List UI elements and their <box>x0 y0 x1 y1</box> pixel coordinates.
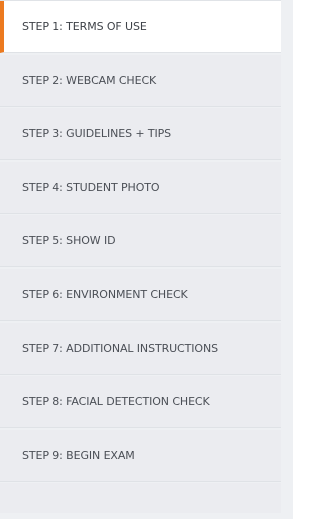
step-guidelines-tips[interactable]: STEP 3: GUIDELINES + TIPS <box>0 108 281 161</box>
step-show-id[interactable]: STEP 5: SHOW ID <box>0 215 281 268</box>
step-label: STEP 2: WEBCAM CHECK <box>22 73 157 87</box>
step-facial-detection-check[interactable]: STEP 8: FACIAL DETECTION CHECK <box>0 376 281 429</box>
step-label: STEP 8: FACIAL DETECTION CHECK <box>22 395 210 409</box>
step-additional-instructions[interactable]: STEP 7: ADDITIONAL INSTRUCTIONS <box>0 322 281 375</box>
step-terms-of-use[interactable]: STEP 1: TERMS OF USE <box>0 1 281 53</box>
step-environment-check[interactable]: STEP 6: ENVIRONMENT CHECK <box>0 268 281 321</box>
step-webcam-check[interactable]: STEP 2: WEBCAM CHECK <box>0 54 281 107</box>
step-label: STEP 1: TERMS OF USE <box>22 20 147 33</box>
step-list: STEP 1: TERMS OF USE STEP 2: WEBCAM CHEC… <box>0 0 281 482</box>
step-label: STEP 4: STUDENT PHOTO <box>22 180 160 194</box>
step-student-photo[interactable]: STEP 4: STUDENT PHOTO <box>0 161 281 214</box>
step-label: STEP 9: BEGIN EXAM <box>22 448 135 462</box>
step-label: STEP 5: SHOW ID <box>22 234 116 248</box>
step-label: STEP 3: GUIDELINES + TIPS <box>22 127 172 141</box>
step-begin-exam[interactable]: STEP 9: BEGIN EXAM <box>0 429 281 482</box>
steps-sidebar: STEP 1: TERMS OF USE STEP 2: WEBCAM CHEC… <box>0 0 293 519</box>
list-bottom-spacer <box>0 483 281 514</box>
step-label: STEP 7: ADDITIONAL INSTRUCTIONS <box>22 341 218 355</box>
step-label: STEP 6: ENVIRONMENT CHECK <box>22 287 188 301</box>
